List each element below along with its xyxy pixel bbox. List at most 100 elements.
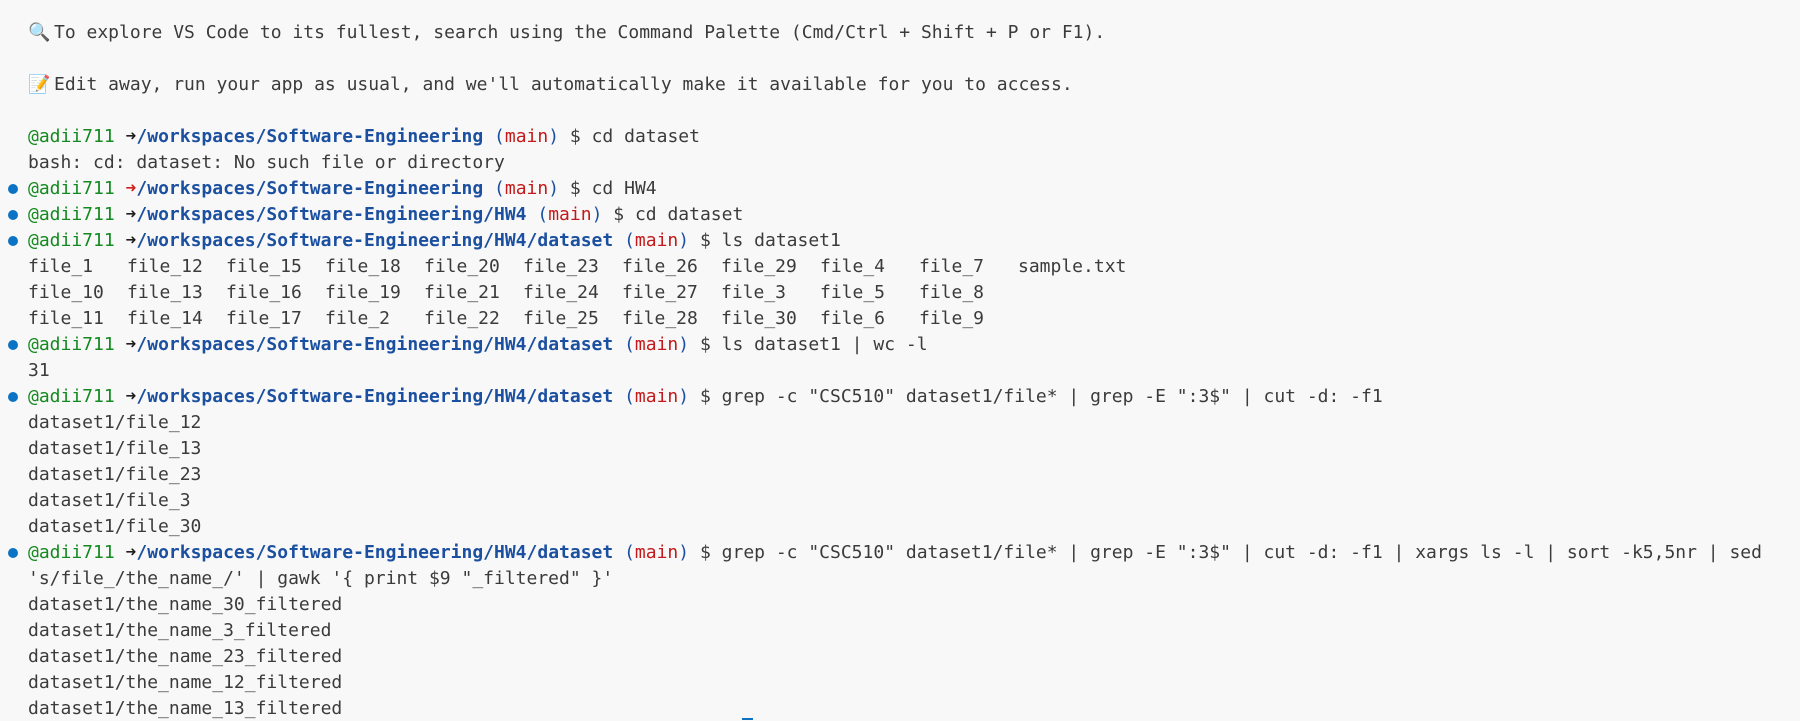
command-text: cd HW4 [591,178,657,199]
file-entry: file_27 [622,282,698,303]
memo-icon: 📝 [28,74,51,95]
file-entry: file_16 [226,282,302,303]
magnifier-icon: 🔍 [28,22,51,43]
file-entry: file_20 [424,256,500,277]
file-entry: file_12 [127,256,203,277]
file-entry: file_1 [28,256,94,277]
prompt-cwd: /workspaces/Software-Engineering/HW4/dat… [136,230,614,251]
prompt-arrow: ➜ [125,204,137,225]
ls-output-row: file_10 file_13 file_16 file_19 file_21 file_… [0,280,1800,306]
output-line: dataset1/file_12 [28,412,202,433]
output-line: dataset1/the_name_23_filtered [28,646,343,667]
tip-explore: 🔍 To explore VS Code to its fullest, sear… [0,20,1800,46]
output-line: dataset1/the_name_30_filtered [28,594,343,615]
tip-edit-text: Edit away, run your app as usual, and we… [54,74,1073,95]
prompt-cwd: /workspaces/Software-Engineering/HW4/dat… [136,334,614,355]
output-line: dataset1/the_name_13_filtered [28,698,343,719]
file-entry: file_13 [127,282,203,303]
file-entry: file_11 [28,308,104,329]
prompt-user: @adii711 [28,334,115,355]
output-line: dataset1/file_13 [28,438,202,459]
prompt-line: @adii711 ➜/workspaces/Software-Engineeri… [0,332,1800,358]
file-entry: file_8 [919,282,985,303]
prompt-user: @adii711 [28,542,115,563]
output-line: dataset1/file_30 [28,516,202,537]
command-continuation: 's/file_/the_name_/' | gawk '{ print $9 … [28,568,614,589]
file-entry: file_30 [721,308,797,329]
file-entry: sample.txt [1018,256,1127,277]
file-entry: file_17 [226,308,302,329]
terminal-panel[interactable]: 🔍 To explore VS Code to its fullest, sear… [0,0,1800,721]
file-entry: file_29 [721,256,797,277]
command-decoration-dot[interactable] [8,548,18,558]
prompt-cwd: /workspaces/Software-Engineering/HW4/dat… [136,386,614,407]
prompt-user: @adii711 [28,204,115,225]
output-line: bash: cd: dataset: No such file or direc… [28,152,505,173]
command-text: ls dataset1 [721,230,841,251]
prompt-branch: main [504,178,549,199]
prompt-line: @adii711 ➜/workspaces/Software-Engineeri… [0,202,1800,228]
prompt-cwd: /workspaces/Software-Engineering [136,178,484,199]
prompt-arrow: ➜ [125,386,137,407]
command-decoration-dot[interactable] [8,184,18,194]
file-entry: file_14 [127,308,203,329]
output-line: dataset1/the_name_12_filtered [28,672,343,693]
command-text: cd dataset [634,204,744,225]
file-entry: file_18 [325,256,401,277]
file-entry: file_22 [424,308,500,329]
prompt-user: @adii711 [28,178,115,199]
prompt-branch: main [634,334,679,355]
prompt-user: @adii711 [28,386,115,407]
tip-explore-text: To explore VS Code to its fullest, searc… [54,22,1106,43]
prompt-branch: main [548,204,592,225]
ls-output-row: file_1 file_12 file_15 file_18 file_20 file_2… [0,254,1800,280]
prompt-cwd: /workspaces/Software-Engineering/HW4 [136,204,527,225]
prompt-cwd: /workspaces/Software-Engineering [136,126,484,147]
prompt-branch: main [504,126,549,147]
file-entry: file_21 [424,282,500,303]
file-entry: file_7 [919,256,985,277]
prompt-branch: main [634,542,679,563]
output-line: dataset1/file_3 [28,490,191,511]
command-decoration-dot[interactable] [8,236,18,246]
prompt-arrow: ➜ [125,334,137,355]
command-text: ls dataset1 | wc -l [721,334,928,355]
prompt-cwd: /workspaces/Software-Engineering/HW4/dat… [136,542,614,563]
prompt-line: @adii711 ➜/workspaces/Software-Engineeri… [28,126,700,147]
prompt-arrow: ➜ [125,542,137,563]
file-entry: file_6 [820,308,886,329]
file-entry: file_26 [622,256,698,277]
prompt-arrow-error: ➜ [125,178,137,199]
output-line: 31 [28,360,50,381]
file-entry: file_4 [820,256,886,277]
prompt-line: @adii711 ➜/workspaces/Software-Engineeri… [0,384,1800,410]
prompt-arrow: ➜ [125,126,137,147]
prompt-user: @adii711 [28,230,115,251]
prompt-branch: main [634,230,679,251]
file-entry: file_23 [523,256,599,277]
command-text: cd dataset [591,126,700,147]
file-entry: file_3 [721,282,787,303]
prompt-line: @adii711 ➜/workspaces/Software-Engineeri… [0,228,1800,254]
command-text: grep -c "CSC510" dataset1/file* | grep -… [721,386,1383,407]
file-entry: file_5 [820,282,886,303]
prompt-user: @adii711 [28,126,115,147]
output-line: dataset1/file_23 [28,464,202,485]
file-entry: file_24 [523,282,599,303]
terminal-cursor [742,718,753,720]
file-entry: file_19 [325,282,401,303]
command-decoration-dot[interactable] [8,340,18,350]
command-text: grep -c "CSC510" dataset1/file* | grep -… [721,542,1762,563]
command-decoration-dot[interactable] [8,210,18,220]
file-entry: file_2 [325,308,391,329]
file-entry: file_10 [28,282,104,303]
prompt-line: @adii711 ➜/workspaces/Software-Engineeri… [0,540,1800,566]
file-entry: file_28 [622,308,698,329]
file-entry: file_15 [226,256,302,277]
command-decoration-dot[interactable] [8,392,18,402]
tip-edit: 📝 Edit away, run your app as usual, and w… [0,72,1800,98]
prompt-arrow: ➜ [125,230,137,251]
output-line: dataset1/the_name_3_filtered [28,620,332,641]
